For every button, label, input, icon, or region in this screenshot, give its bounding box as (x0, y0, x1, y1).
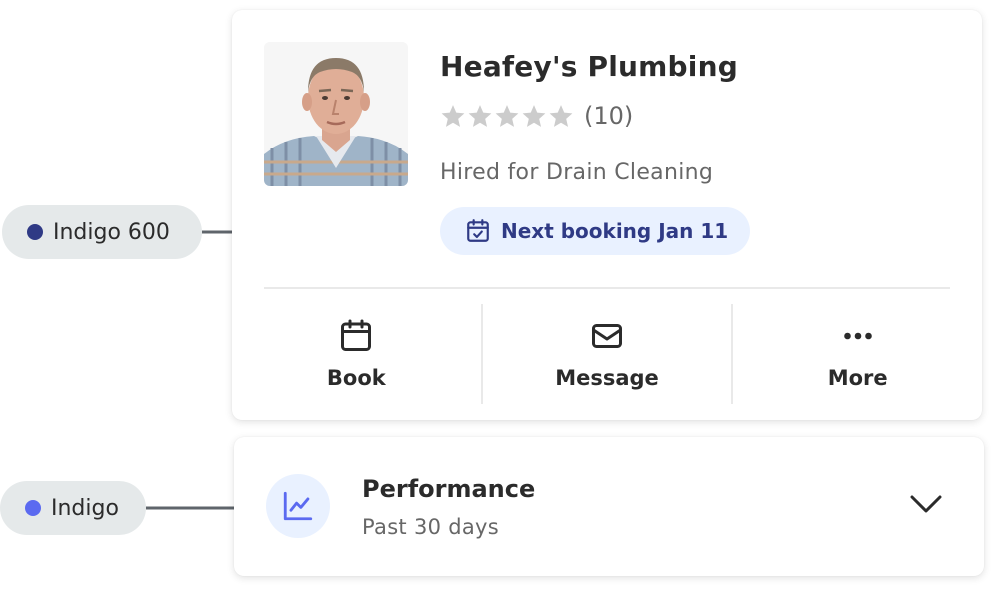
message-button-label: Message (555, 366, 659, 390)
performance-card[interactable]: Performance Past 30 days (234, 437, 984, 576)
review-count[interactable]: (10) (584, 102, 633, 130)
book-button-label: Book (326, 366, 386, 390)
action-bar: Book Message More (232, 304, 982, 404)
pro-card: Heafey's Plumbing (10) Hired for Drain C… (232, 10, 982, 420)
hired-for-text: Hired for Drain Cleaning (440, 160, 714, 185)
performance-subtitle: Past 30 days (362, 515, 500, 539)
pro-avatar (264, 42, 408, 186)
star-rating (440, 103, 574, 129)
callout-indigo: Indigo (0, 481, 146, 535)
callout-indigo-600: Indigo 600 (2, 205, 202, 259)
rating-row: (10) (440, 102, 633, 130)
chevron-down-icon[interactable] (908, 491, 944, 519)
star-icon (549, 105, 573, 127)
color-dot-indigo-600 (27, 224, 43, 240)
star-icon (495, 105, 519, 127)
pro-name: Heafey's Plumbing (440, 50, 738, 83)
color-dot-indigo (25, 500, 41, 516)
next-booking-pill[interactable]: Next booking Jan 11 (440, 207, 750, 255)
star-icon (468, 105, 492, 127)
performance-icon-badge (266, 474, 330, 538)
line-chart-icon (283, 491, 313, 521)
message-button[interactable]: Message (480, 304, 732, 404)
calendar-check-icon (467, 219, 489, 242)
performance-title: Performance (362, 475, 536, 503)
next-booking-label: Next booking Jan 11 (501, 219, 729, 243)
star-icon (522, 105, 546, 127)
callout-label: Indigo 600 (53, 219, 170, 245)
more-button[interactable]: More (731, 304, 982, 404)
callout-label: Indigo (51, 495, 119, 521)
avatar-image (264, 42, 408, 186)
calendar-icon (341, 319, 372, 351)
star-icon (441, 105, 465, 127)
book-button[interactable]: Book (232, 304, 481, 404)
envelope-icon (592, 324, 622, 348)
card-divider (264, 287, 950, 289)
more-button-label: More (827, 366, 888, 390)
more-dots-icon (843, 332, 872, 340)
